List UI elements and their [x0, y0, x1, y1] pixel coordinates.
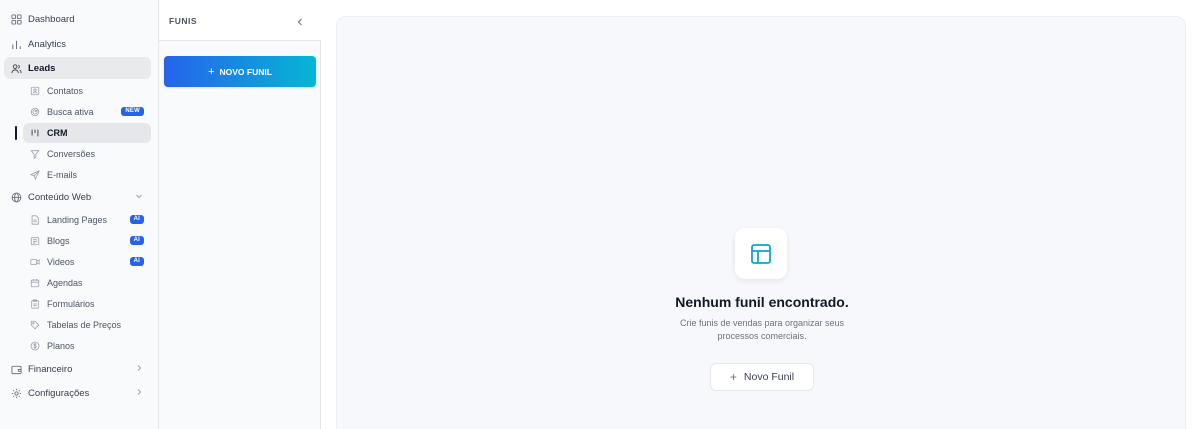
- funnels-panel: FUNIS + NOVO FUNIL: [159, 0, 321, 429]
- plus-icon: +: [729, 370, 737, 384]
- radar-icon: [29, 107, 40, 118]
- bar-chart-icon: [10, 38, 22, 50]
- chevron-right-icon: [135, 388, 143, 396]
- ai-badge: AI: [129, 236, 144, 245]
- funnels-title: FUNIS: [169, 16, 197, 26]
- contact-card-icon: [29, 86, 40, 97]
- sidebar-subitem-tabelas-de-precos[interactable]: Tabelas de Preços: [23, 315, 151, 335]
- sidebar-subitem-emails[interactable]: E-mails: [23, 165, 151, 185]
- collapse-panel-button[interactable]: [295, 14, 307, 26]
- sidebar-subitem-label: Contatos: [47, 86, 84, 96]
- funnel-icon: [29, 149, 40, 160]
- sidebar-item-conteudo-web[interactable]: Conteúdo Web: [4, 186, 151, 208]
- sidebar-item-dashboard[interactable]: Dashboard: [4, 8, 151, 30]
- kanban-icon: [29, 128, 40, 139]
- globe-icon: [10, 191, 22, 203]
- sidebar-item-analytics[interactable]: Analytics: [4, 33, 151, 55]
- sidebar-subitem-crm[interactable]: CRM: [23, 123, 151, 143]
- sidebar-subitem-label: Videos: [47, 257, 75, 267]
- plus-icon: +: [208, 65, 215, 78]
- new-badge: NEW: [121, 107, 144, 116]
- empty-state-icon-box: [735, 228, 787, 279]
- sidebar-subitem-label: Conversões: [47, 149, 96, 159]
- sidebar-subitem-label: Agendas: [47, 278, 83, 288]
- gear-icon: [10, 387, 22, 399]
- empty-state-description: Crie funis de vendas para organizar seus…: [679, 318, 845, 341]
- sidebar-subitem-blogs[interactable]: Blogs AI: [23, 231, 151, 251]
- sidebar-subitem-label: Formulários: [47, 299, 95, 309]
- sidebar-item-label: Leads: [28, 62, 56, 74]
- sidebar-subitem-label: Busca ativa: [47, 107, 94, 117]
- sidebar-item-financeiro[interactable]: Financeiro: [4, 358, 151, 380]
- sidebar-subitem-label: Landing Pages: [47, 215, 108, 225]
- ai-badge: AI: [129, 215, 144, 224]
- empty-state-title: Nenhum funil encontrado.: [675, 294, 849, 310]
- sidebar-item-label: Financeiro: [28, 363, 73, 375]
- ai-badge: AI: [129, 257, 144, 266]
- sidebar-subitem-formularios[interactable]: Formulários: [23, 294, 151, 314]
- calendar-icon: [29, 278, 40, 289]
- clipboard-icon: [29, 299, 40, 310]
- new-funnel-label: NOVO FUNIL: [219, 66, 272, 77]
- funnels-header: FUNIS: [159, 0, 321, 41]
- chevron-down-icon: [135, 192, 143, 200]
- layout-icon: [751, 243, 771, 264]
- new-funnel-secondary-label: Novo Funil: [743, 371, 795, 383]
- chevron-left-icon: [297, 18, 302, 26]
- new-funnel-secondary-button[interactable]: + Novo Funil: [710, 363, 814, 391]
- sidebar-subitem-busca-ativa[interactable]: Busca ativa NEW: [23, 102, 151, 122]
- sidebar-subitem-videos[interactable]: Videos AI: [23, 252, 151, 272]
- sidebar-item-configuracoes[interactable]: Configurações: [4, 382, 151, 404]
- sidebar-subitem-agendas[interactable]: Agendas: [23, 273, 151, 293]
- sidebar-subitem-label: Planos: [47, 341, 75, 351]
- grid-icon: [10, 13, 22, 25]
- sidebar-subitem-conversoes[interactable]: Conversões: [23, 144, 151, 164]
- wallet-icon: [10, 363, 22, 375]
- sidebar-subitem-label: E-mails: [47, 170, 78, 180]
- tag-icon: [29, 320, 40, 331]
- sidebar-item-label: Dashboard: [28, 13, 75, 25]
- sidebar-item-label: Configurações: [28, 387, 90, 399]
- video-icon: [29, 257, 40, 268]
- sidebar-subitem-label: Blogs: [47, 236, 70, 246]
- dollar-circle-icon: [29, 341, 40, 352]
- sidebar-subitem-contatos[interactable]: Contatos: [23, 81, 151, 101]
- chevron-right-icon: [135, 364, 143, 372]
- send-icon: [29, 170, 40, 181]
- sidebar: Dashboard Analytics Leads Contatos Busca…: [0, 0, 159, 429]
- active-indicator: [15, 126, 17, 140]
- sidebar-subitem-label: CRM: [47, 128, 68, 138]
- sidebar-item-leads[interactable]: Leads: [4, 57, 151, 79]
- new-funnel-button[interactable]: + NOVO FUNIL: [164, 56, 316, 87]
- sidebar-item-label: Conteúdo Web: [28, 191, 92, 203]
- sidebar-subitem-planos[interactable]: Planos: [23, 336, 151, 356]
- sidebar-subitem-label: Tabelas de Preços: [47, 320, 122, 330]
- newspaper-icon: [29, 236, 40, 247]
- main-content: Nenhum funil encontrado. Crie funis de v…: [336, 16, 1186, 429]
- users-icon: [10, 62, 22, 74]
- sidebar-subitem-landing-pages[interactable]: Landing Pages AI: [23, 210, 151, 230]
- file-icon: [29, 215, 40, 226]
- sidebar-item-label: Analytics: [28, 38, 67, 50]
